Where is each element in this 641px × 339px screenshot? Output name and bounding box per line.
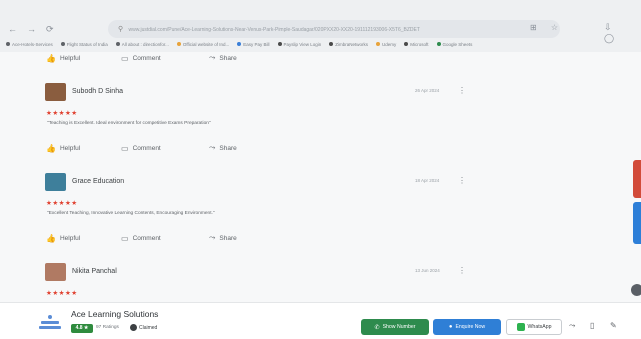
forward-icon[interactable]: → [27,24,36,35]
review-date: 18 Apr 2024 [415,178,440,183]
business-sticky-bar: Ace Learning Solutions 4.8 ★ 97 Ratings … [0,302,641,339]
reviewer-name[interactable]: Grace Education [72,178,124,185]
more-options-icon[interactable]: ⋮ [458,86,466,95]
whatsapp-icon [516,323,525,331]
business-name: Ace Learning Solutions [71,309,159,319]
site-info-icon[interactable]: ⚲ [118,26,123,33]
avatar[interactable] [45,83,66,101]
url-text: www.justdial.com/Pune/Ace-Learning-Solut… [128,27,420,33]
comment-icon: ▭ [121,143,129,153]
bookmark-item[interactable]: All about : directionfor... [115,39,169,49]
comment-button[interactable]: ▭ Comment [121,53,209,63]
share-button[interactable]: ⤳ Share [209,53,237,63]
show-number-button[interactable]: ✆ Show Number [361,319,429,335]
address-bar-actions[interactable]: ⊞ ☆ [530,23,564,32]
bookmark-item[interactable]: Google Sheets [436,39,472,49]
star-rating: ★★★★★ [46,200,78,207]
claimed-badge: Claimed [130,324,157,331]
comment-icon: ▭ [121,53,129,63]
side-feedback-tab[interactable] [633,160,641,198]
bookmark-item[interactable]: Official website of Ind... [176,39,229,49]
browser-toolbar: ← → ⟳ ⚲ www.justdial.com/Pune/Ace-Learni… [0,0,641,52]
share-button[interactable]: ⤳ Share [209,143,237,153]
help-icon[interactable] [631,284,641,296]
window-icons[interactable]: ⇩ ◯ [604,22,641,44]
thumbs-up-icon: 👍 [46,143,56,153]
bookmark-item[interactable]: Payslip View Login [277,39,321,49]
star-rating: ★★★★★ [46,290,78,297]
share-icon: ⤳ [209,233,216,242]
rating-badge: 4.8 ★ [71,324,93,333]
reload-icon[interactable]: ⟳ [46,24,54,35]
helpful-button[interactable]: 👍 Helpful [46,53,121,63]
chat-icon: ● [448,324,453,330]
business-logo [38,315,62,333]
side-chat-tab[interactable] [633,202,641,244]
enquire-now-button[interactable]: ● Enquire Now [433,319,501,335]
review-text: "Excellent Teaching, Innovative Learning… [47,211,215,216]
review-actions: 👍 Helpful ▭ Comment ⤳ Share [46,53,237,63]
review-date: 13 Jun 2024 [415,268,440,273]
review-date: 26 Apr 2024 [415,88,440,93]
bookmark-icon[interactable]: ▯ [590,321,594,330]
avatar[interactable] [45,173,66,191]
review-actions: 👍 Helpful ▭ Comment ⤳ Share [46,233,237,243]
whatsapp-button[interactable]: WhatsApp [506,319,562,335]
bookmark-item[interactable]: Ace-Hotels-Services [6,39,53,49]
thumbs-up-icon: 👍 [46,233,56,243]
helpful-button[interactable]: 👍 Helpful [46,143,121,153]
more-options-icon[interactable]: ⋮ [458,176,466,185]
rating-count[interactable]: 97 Ratings [96,325,119,330]
share-icon: ⤳ [209,53,216,62]
bookmark-item[interactable]: Microsoft [404,39,429,49]
comment-button[interactable]: ▭ Comment [121,233,209,243]
bookmark-item[interactable]: Easy Pay Bill [237,39,270,49]
reviewer-name[interactable]: Nikita Panchal [72,268,117,275]
edit-icon[interactable]: ✎ [610,321,617,330]
helpful-button[interactable]: 👍 Helpful [46,233,121,243]
comment-button[interactable]: ▭ Comment [121,143,209,153]
address-bar[interactable]: ⚲ www.justdial.com/Pune/Ace-Learning-Sol… [108,20,560,38]
thumbs-up-icon: 👍 [46,53,56,63]
reviews-list: 👍 Helpful ▭ Comment ⤳ Share Subodh D Sinha … [0,52,641,302]
review-text: "Teaching is Excellent. Ideal environmen… [47,121,211,126]
review-actions: 👍 Helpful ▭ Comment ⤳ Share [46,143,237,153]
share-button[interactable]: ⤳ Share [209,233,237,243]
star-rating: ★★★★★ [46,110,78,117]
verified-icon [130,324,137,331]
share-icon: ⤳ [209,143,216,152]
bookmarks-bar: Ace-Hotels-Services Flight Status of Ind… [6,39,566,49]
nav-controls: ← → ⟳ [8,24,54,35]
phone-icon: ✆ [374,324,380,331]
share-icon[interactable]: ⤳ [569,321,575,331]
comment-icon: ▭ [121,233,129,243]
reviewer-name[interactable]: Subodh D Sinha [72,88,123,95]
avatar[interactable] [45,263,66,281]
bookmark-item[interactable]: Flight Status of India [60,39,108,49]
more-options-icon[interactable]: ⋮ [458,266,466,275]
bookmark-item[interactable]: ZimbraNetworks [329,39,368,49]
bookmark-item[interactable]: Udemy [376,39,396,49]
back-icon[interactable]: ← [8,24,17,35]
